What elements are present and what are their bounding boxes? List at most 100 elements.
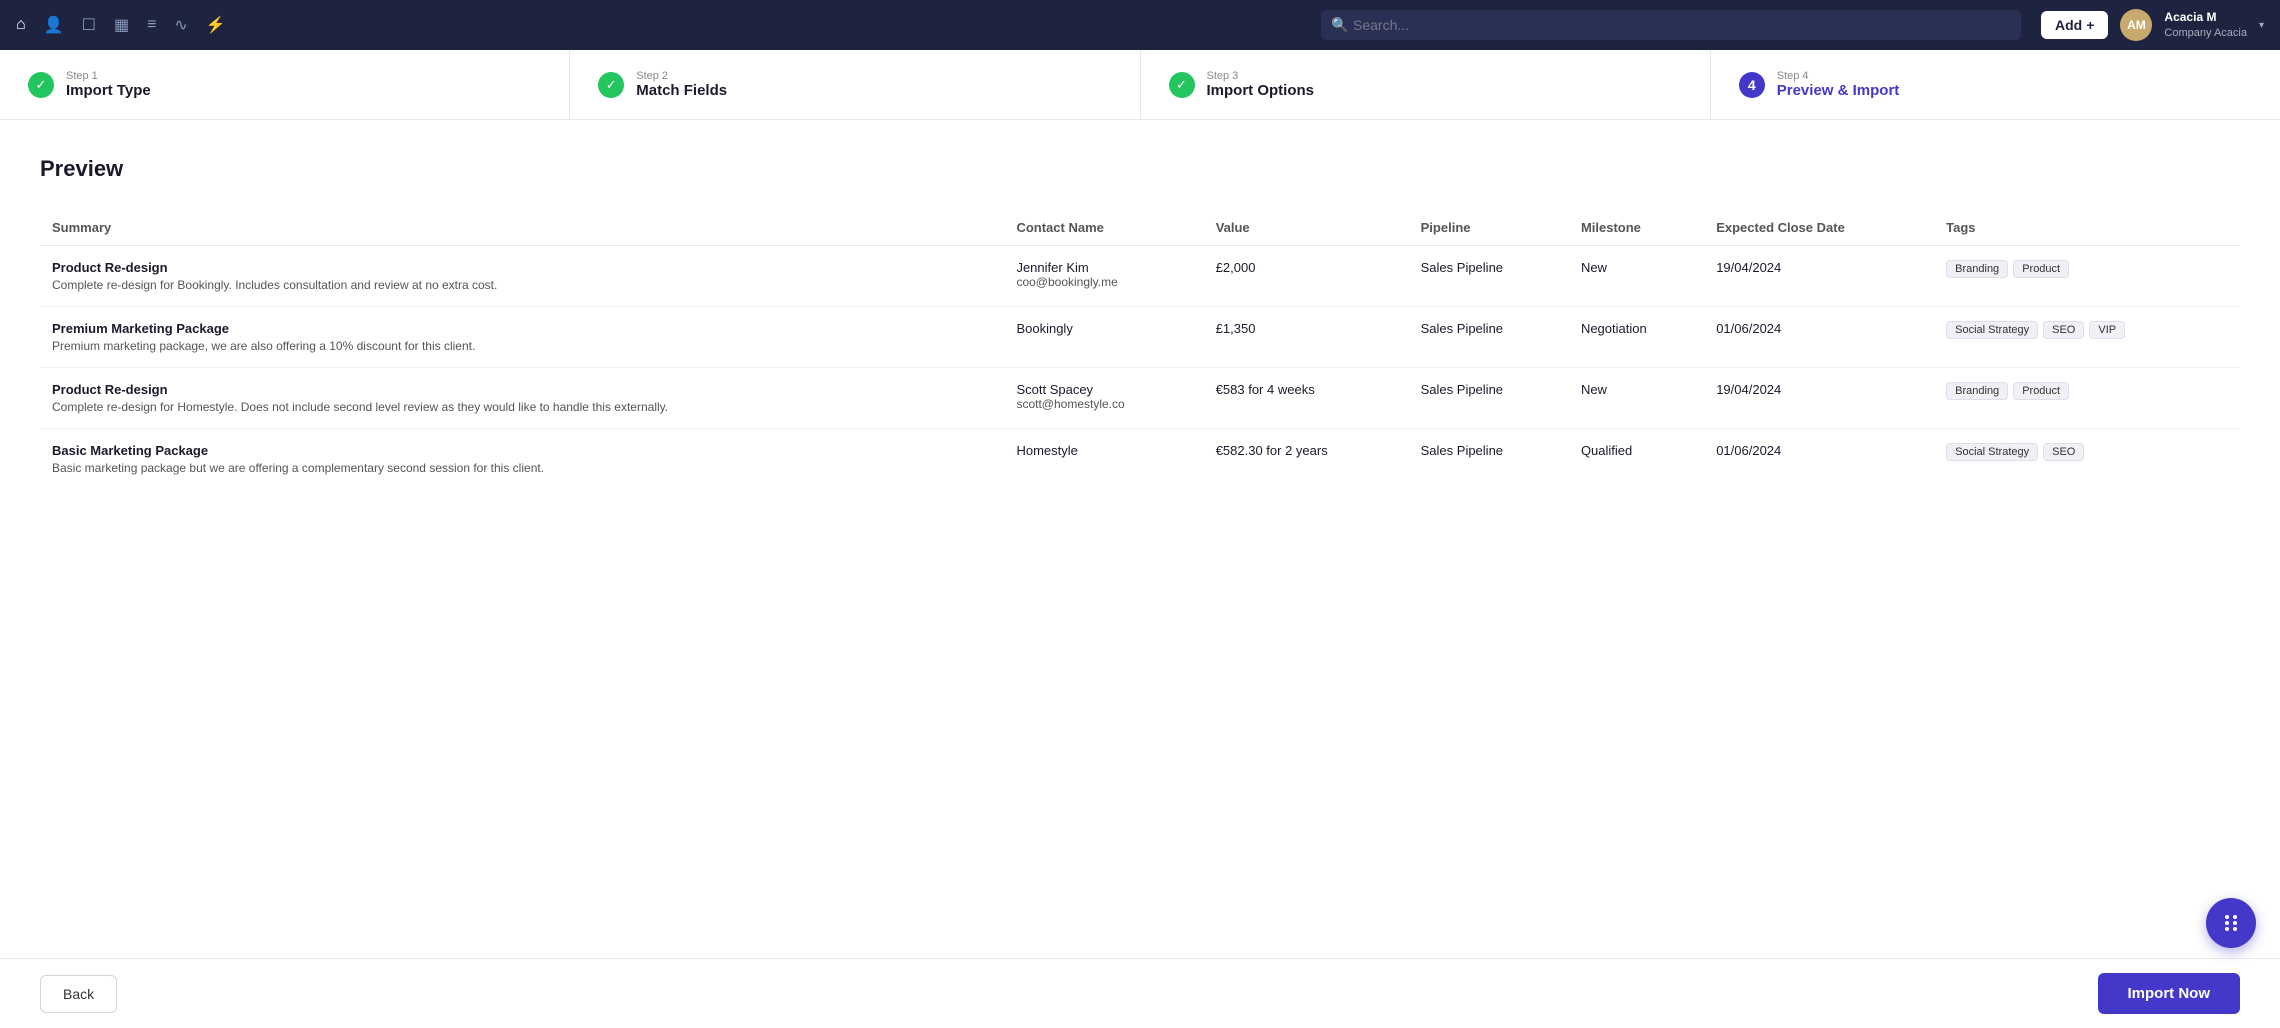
- row-0-date: 19/04/2024: [1704, 246, 1934, 307]
- footer: Back Import Now: [0, 958, 2280, 1028]
- step3-icon: ✓: [1169, 72, 1195, 98]
- contact-name: Jennifer Kim: [1016, 260, 1191, 275]
- row-1-tags: Social Strategy SEO VIP: [1934, 307, 2240, 368]
- tasks-icon[interactable]: ☐: [82, 15, 96, 35]
- step4-icon: 4: [1739, 72, 1765, 98]
- row-desc: Complete re-design for Bookingly. Includ…: [52, 278, 992, 292]
- row-0-tags: Branding Product: [1934, 246, 2240, 307]
- row-1-pipeline: Sales Pipeline: [1409, 307, 1569, 368]
- row-3-date: 01/06/2024: [1704, 429, 1934, 490]
- row-1-contact: Bookingly: [1004, 307, 1203, 368]
- step2-title: Match Fields: [636, 82, 727, 99]
- contact-name: Homestyle: [1016, 443, 1191, 458]
- tag-badge: SEO: [2043, 321, 2084, 339]
- contact-name: Scott Spacey: [1016, 382, 1191, 397]
- step-1[interactable]: ✓ Step 1 Import Type: [0, 50, 570, 119]
- row-0-pipeline: Sales Pipeline: [1409, 246, 1569, 307]
- row-title: Product Re-design: [52, 382, 992, 397]
- table-row: Product Re-design Complete re-design for …: [40, 246, 2240, 307]
- col-contact-name: Contact Name: [1004, 210, 1203, 246]
- row-2-tags: Branding Product: [1934, 368, 2240, 429]
- col-summary: Summary: [40, 210, 1004, 246]
- lightning-icon[interactable]: ⚡: [206, 15, 226, 35]
- tag-badge: Social Strategy: [1946, 321, 2038, 339]
- chart-icon[interactable]: ∿: [174, 15, 187, 35]
- tag-badge: SEO: [2043, 443, 2084, 461]
- step4-title: Preview & Import: [1777, 82, 1900, 99]
- user-company: Company Acacia: [2164, 26, 2247, 41]
- row-2-value: €583 for 4 weeks: [1204, 368, 1409, 429]
- search-input[interactable]: [1321, 10, 2021, 40]
- preview-title: Preview: [40, 156, 2240, 182]
- row-2-pipeline: Sales Pipeline: [1409, 368, 1569, 429]
- col-tags: Tags: [1934, 210, 2240, 246]
- analytics-icon[interactable]: ▦: [114, 15, 129, 35]
- col-expected-close-date: Expected Close Date: [1704, 210, 1934, 246]
- step2-icon: ✓: [598, 72, 624, 98]
- row-desc: Premium marketing package, we are also o…: [52, 339, 992, 353]
- tag-badge: Branding: [1946, 260, 2008, 278]
- add-button[interactable]: Add +: [2041, 11, 2108, 39]
- avatar: AM: [2120, 9, 2152, 41]
- table-row: Basic Marketing Package Basic marketing p…: [40, 429, 2240, 490]
- step2-label: Step 2: [636, 70, 727, 82]
- step4-label: Step 4: [1777, 70, 1900, 82]
- row-desc: Complete re-design for Homestyle. Does n…: [52, 400, 992, 414]
- user-info: Acacia M Company Acacia: [2164, 9, 2247, 41]
- chevron-down-icon[interactable]: ▾: [2259, 20, 2264, 31]
- step1-label: Step 1: [66, 70, 151, 82]
- back-button[interactable]: Back: [40, 975, 117, 1013]
- contact-email: scott@homestyle.co: [1016, 397, 1191, 411]
- col-milestone: Milestone: [1569, 210, 1704, 246]
- row-3-tags: Social Strategy SEO: [1934, 429, 2240, 490]
- col-pipeline: Pipeline: [1409, 210, 1569, 246]
- table-row: Premium Marketing PackagePremium marketi…: [40, 307, 2240, 368]
- step-4[interactable]: 4 Step 4 Preview & Import: [1711, 50, 2280, 119]
- step-2[interactable]: ✓ Step 2 Match Fields: [570, 50, 1140, 119]
- plus-icon: +: [2086, 17, 2094, 33]
- top-nav: ⌂ 👤 ☐ ▦ ≡ ∿ ⚡ 🔍 Add + AM Acacia M Compan…: [0, 0, 2280, 50]
- tag-badge: Product: [2013, 260, 2069, 278]
- tag-badge: Branding: [1946, 382, 2008, 400]
- row-title: Product Re-design: [52, 260, 992, 275]
- row-2-milestone: New: [1569, 368, 1704, 429]
- col-value: Value: [1204, 210, 1409, 246]
- row-1-summary: Premium Marketing PackagePremium marketi…: [40, 307, 1004, 368]
- user-name: Acacia M: [2164, 9, 2247, 26]
- row-3-value: €582.30 for 2 years: [1204, 429, 1409, 490]
- fab-button[interactable]: [2206, 898, 2256, 948]
- nav-right: Add + AM Acacia M Company Acacia ▾: [2041, 9, 2264, 41]
- import-now-button[interactable]: Import Now: [2098, 973, 2241, 1014]
- search-wrap: 🔍: [1321, 10, 2021, 40]
- row-2-date: 19/04/2024: [1704, 368, 1934, 429]
- row-2-contact: Scott Spaceyscott@homestyle.co: [1004, 368, 1203, 429]
- table-body: Product Re-design Complete re-design for …: [40, 246, 2240, 490]
- contact-email: coo@bookingly.me: [1016, 275, 1191, 289]
- preview-table: Summary Contact Name Value Pipeline Mile…: [40, 210, 2240, 489]
- stepper: ✓ Step 1 Import Type ✓ Step 2 Match Fiel…: [0, 50, 2280, 120]
- step3-label: Step 3: [1207, 70, 1315, 82]
- row-desc: Basic marketing package but we are offer…: [52, 461, 992, 475]
- row-3-pipeline: Sales Pipeline: [1409, 429, 1569, 490]
- tag-badge: VIP: [2089, 321, 2125, 339]
- tag-badge: Social Strategy: [1946, 443, 2038, 461]
- contacts-icon[interactable]: 👤: [44, 15, 64, 35]
- menu-icon[interactable]: ≡: [147, 16, 156, 34]
- step1-icon: ✓: [28, 72, 54, 98]
- row-3-summary: Basic Marketing Package Basic marketing p…: [40, 429, 1004, 490]
- row-0-value: £2,000: [1204, 246, 1409, 307]
- row-0-summary: Product Re-design Complete re-design for …: [40, 246, 1004, 307]
- row-title: Basic Marketing Package: [52, 443, 992, 458]
- nav-icons: ⌂ 👤 ☐ ▦ ≡ ∿ ⚡: [16, 15, 1301, 35]
- home-icon[interactable]: ⌂: [16, 16, 26, 34]
- contact-name: Bookingly: [1016, 321, 1191, 336]
- step-3[interactable]: ✓ Step 3 Import Options: [1141, 50, 1711, 119]
- step1-title: Import Type: [66, 82, 151, 99]
- main-content: Preview Summary Contact Name Value Pipel…: [0, 120, 2280, 1028]
- row-3-contact: Homestyle: [1004, 429, 1203, 490]
- row-0-contact: Jennifer Kimcoo@bookingly.me: [1004, 246, 1203, 307]
- row-1-date: 01/06/2024: [1704, 307, 1934, 368]
- tag-badge: Product: [2013, 382, 2069, 400]
- row-3-milestone: Qualified: [1569, 429, 1704, 490]
- row-1-value: £1,350: [1204, 307, 1409, 368]
